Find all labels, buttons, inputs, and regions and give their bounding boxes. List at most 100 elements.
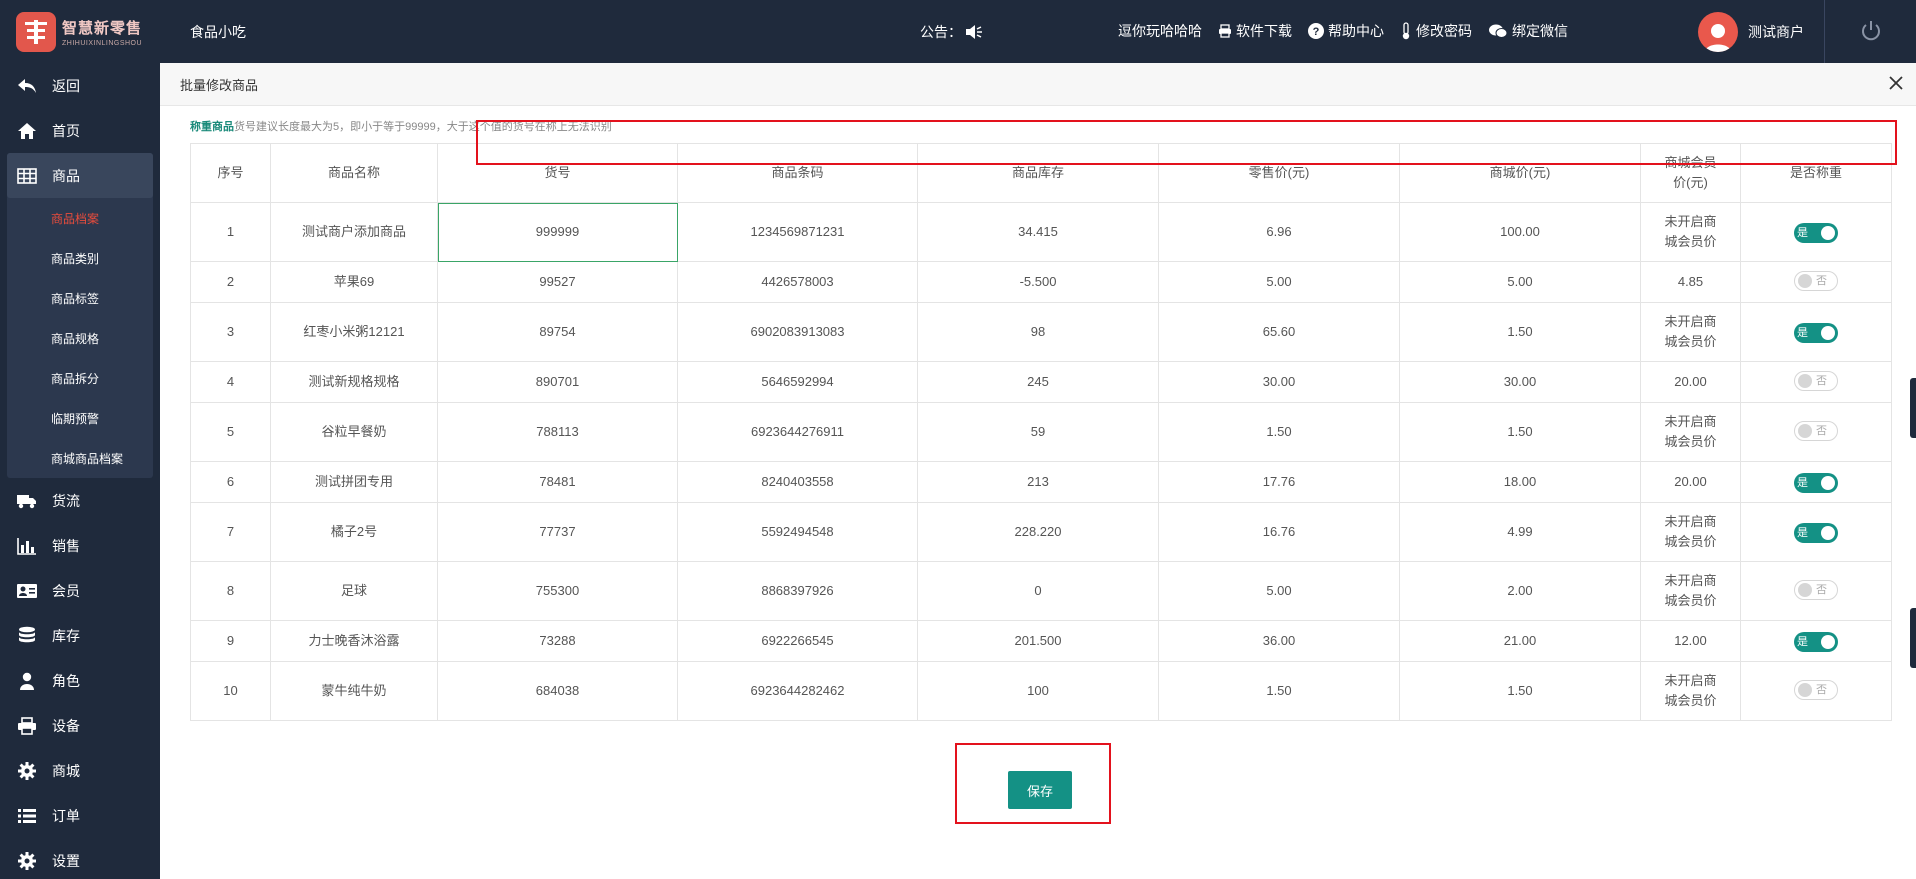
cell-stock[interactable]: 98: [917, 302, 1159, 362]
cell-member[interactable]: 未开启商城会员价: [1640, 202, 1741, 262]
weigh-toggle[interactable]: 否: [1794, 420, 1838, 441]
cell-mall[interactable]: 1.50: [1399, 661, 1641, 721]
cell-retail[interactable]: 17.76: [1158, 461, 1400, 503]
weigh-toggle[interactable]: 是: [1794, 322, 1838, 343]
brand-logo[interactable]: 智慧新零售 ZHIHUIXINLINGSHOU: [16, 12, 142, 52]
sidebar-sub-product-tag[interactable]: 商品标签: [7, 278, 153, 318]
cell-barcode[interactable]: 6922266545: [677, 620, 918, 662]
sidebar-sub-mall-product-archive[interactable]: 商城商品档案: [7, 438, 153, 478]
cell-stock[interactable]: 213: [917, 461, 1159, 503]
cell-stock[interactable]: 245: [917, 361, 1159, 403]
sidebar-item-roles[interactable]: 角色: [0, 658, 160, 703]
sidebar-item-settings[interactable]: 设置: [0, 838, 160, 879]
weigh-toggle[interactable]: 是: [1794, 522, 1838, 543]
sidebar-item-devices[interactable]: 设备: [0, 703, 160, 748]
cell-barcode[interactable]: 6902083913083: [677, 302, 918, 362]
cell-member[interactable]: 未开启商城会员价: [1640, 302, 1741, 362]
cell-name[interactable]: 红枣小米粥12121: [270, 302, 438, 362]
cell-code[interactable]: 890701: [437, 361, 678, 403]
sidebar-item-products[interactable]: 商品: [7, 153, 153, 198]
cell-retail[interactable]: 65.60: [1158, 302, 1400, 362]
weigh-toggle[interactable]: 否: [1794, 679, 1838, 700]
notice[interactable]: 公告：: [920, 22, 984, 42]
cell-barcode[interactable]: 8240403558: [677, 461, 918, 503]
sidebar-item-sales[interactable]: 销售: [0, 523, 160, 568]
sidebar-item-members[interactable]: 会员: [0, 568, 160, 613]
cell-retail[interactable]: 1.50: [1158, 661, 1400, 721]
sidebar-item-back[interactable]: 返回: [0, 63, 160, 108]
weigh-toggle[interactable]: 否: [1794, 370, 1838, 391]
cell-stock[interactable]: 59: [917, 402, 1159, 462]
cell-retail[interactable]: 36.00: [1158, 620, 1400, 662]
cell-code[interactable]: 77737: [437, 502, 678, 562]
sidebar-item-inventory[interactable]: 库存: [0, 613, 160, 658]
bind-wechat-link[interactable]: 绑定微信: [1488, 21, 1568, 41]
cell-name[interactable]: 测试拼团专用: [270, 461, 438, 503]
cell-stock[interactable]: 0: [917, 561, 1159, 621]
sidebar-sub-product-split[interactable]: 商品拆分: [7, 358, 153, 398]
scroll-handle[interactable]: [1910, 608, 1916, 668]
cell-mall[interactable]: 21.00: [1399, 620, 1641, 662]
cell-member[interactable]: 20.00: [1640, 361, 1741, 403]
cell-member[interactable]: 未开启商城会员价: [1640, 561, 1741, 621]
cell-mall[interactable]: 1.50: [1399, 302, 1641, 362]
cell-member[interactable]: 12.00: [1640, 620, 1741, 662]
cell-barcode[interactable]: 6923644276911: [677, 402, 918, 462]
cell-code[interactable]: 89754: [437, 302, 678, 362]
cell-member[interactable]: 20.00: [1640, 461, 1741, 503]
cell-retail[interactable]: 16.76: [1158, 502, 1400, 562]
cell-mall[interactable]: 5.00: [1399, 261, 1641, 303]
weigh-toggle[interactable]: 是: [1794, 222, 1838, 243]
close-icon[interactable]: [1888, 75, 1904, 94]
cell-name[interactable]: 测试商户添加商品: [270, 202, 438, 262]
cell-name[interactable]: 苹果69: [270, 261, 438, 303]
cell-barcode[interactable]: 1234569871231: [677, 202, 918, 262]
cell-member[interactable]: 未开启商城会员价: [1640, 402, 1741, 462]
sidebar-sub-product-spec[interactable]: 商品规格: [7, 318, 153, 358]
sidebar-item-mall[interactable]: 商城: [0, 748, 160, 793]
power-icon[interactable]: [1860, 20, 1882, 45]
cell-name[interactable]: 足球: [270, 561, 438, 621]
weigh-toggle[interactable]: 是: [1794, 472, 1838, 493]
weigh-toggle[interactable]: 否: [1794, 270, 1838, 291]
cell-code[interactable]: 78481: [437, 461, 678, 503]
cell-stock[interactable]: 201.500: [917, 620, 1159, 662]
cell-name[interactable]: 橘子2号: [270, 502, 438, 562]
cell-mall[interactable]: 4.99: [1399, 502, 1641, 562]
cell-retail[interactable]: 5.00: [1158, 261, 1400, 303]
cell-code[interactable]: 999999: [437, 202, 678, 262]
cell-stock[interactable]: 34.415: [917, 202, 1159, 262]
top-link-greeting[interactable]: 逗你玩哈哈哈: [1118, 21, 1202, 41]
sidebar-sub-expiry-warning[interactable]: 临期预警: [7, 398, 153, 438]
cell-stock[interactable]: -5.500: [917, 261, 1159, 303]
cell-name[interactable]: 谷粒早餐奶: [270, 402, 438, 462]
cell-code[interactable]: 99527: [437, 261, 678, 303]
cell-retail[interactable]: 1.50: [1158, 402, 1400, 462]
cell-name[interactable]: 力士晚香沐浴露: [270, 620, 438, 662]
cell-name[interactable]: 蒙牛纯牛奶: [270, 661, 438, 721]
save-button[interactable]: 保存: [1008, 771, 1072, 809]
cell-retail[interactable]: 30.00: [1158, 361, 1400, 403]
sidebar-item-orders[interactable]: 订单: [0, 793, 160, 838]
cell-barcode[interactable]: 8868397926: [677, 561, 918, 621]
weigh-toggle[interactable]: 是: [1794, 631, 1838, 652]
cell-barcode[interactable]: 5592494548: [677, 502, 918, 562]
cell-barcode[interactable]: 4426578003: [677, 261, 918, 303]
sidebar-sub-product-category[interactable]: 商品类别: [7, 238, 153, 278]
cell-retail[interactable]: 5.00: [1158, 561, 1400, 621]
cell-mall[interactable]: 1.50: [1399, 402, 1641, 462]
cell-code[interactable]: 755300: [437, 561, 678, 621]
cell-stock[interactable]: 100: [917, 661, 1159, 721]
cell-member[interactable]: 未开启商城会员价: [1640, 502, 1741, 562]
cell-code[interactable]: 73288: [437, 620, 678, 662]
weigh-toggle[interactable]: 否: [1794, 579, 1838, 600]
cell-member[interactable]: 4.85: [1640, 261, 1741, 303]
sidebar-item-home[interactable]: 首页: [0, 108, 160, 153]
cell-code[interactable]: 684038: [437, 661, 678, 721]
cell-stock[interactable]: 228.220: [917, 502, 1159, 562]
cell-retail[interactable]: 6.96: [1158, 202, 1400, 262]
cell-mall[interactable]: 18.00: [1399, 461, 1641, 503]
cell-member[interactable]: 未开启商城会员价: [1640, 661, 1741, 721]
cell-mall[interactable]: 2.00: [1399, 561, 1641, 621]
change-password-link[interactable]: 修改密码: [1400, 21, 1472, 41]
